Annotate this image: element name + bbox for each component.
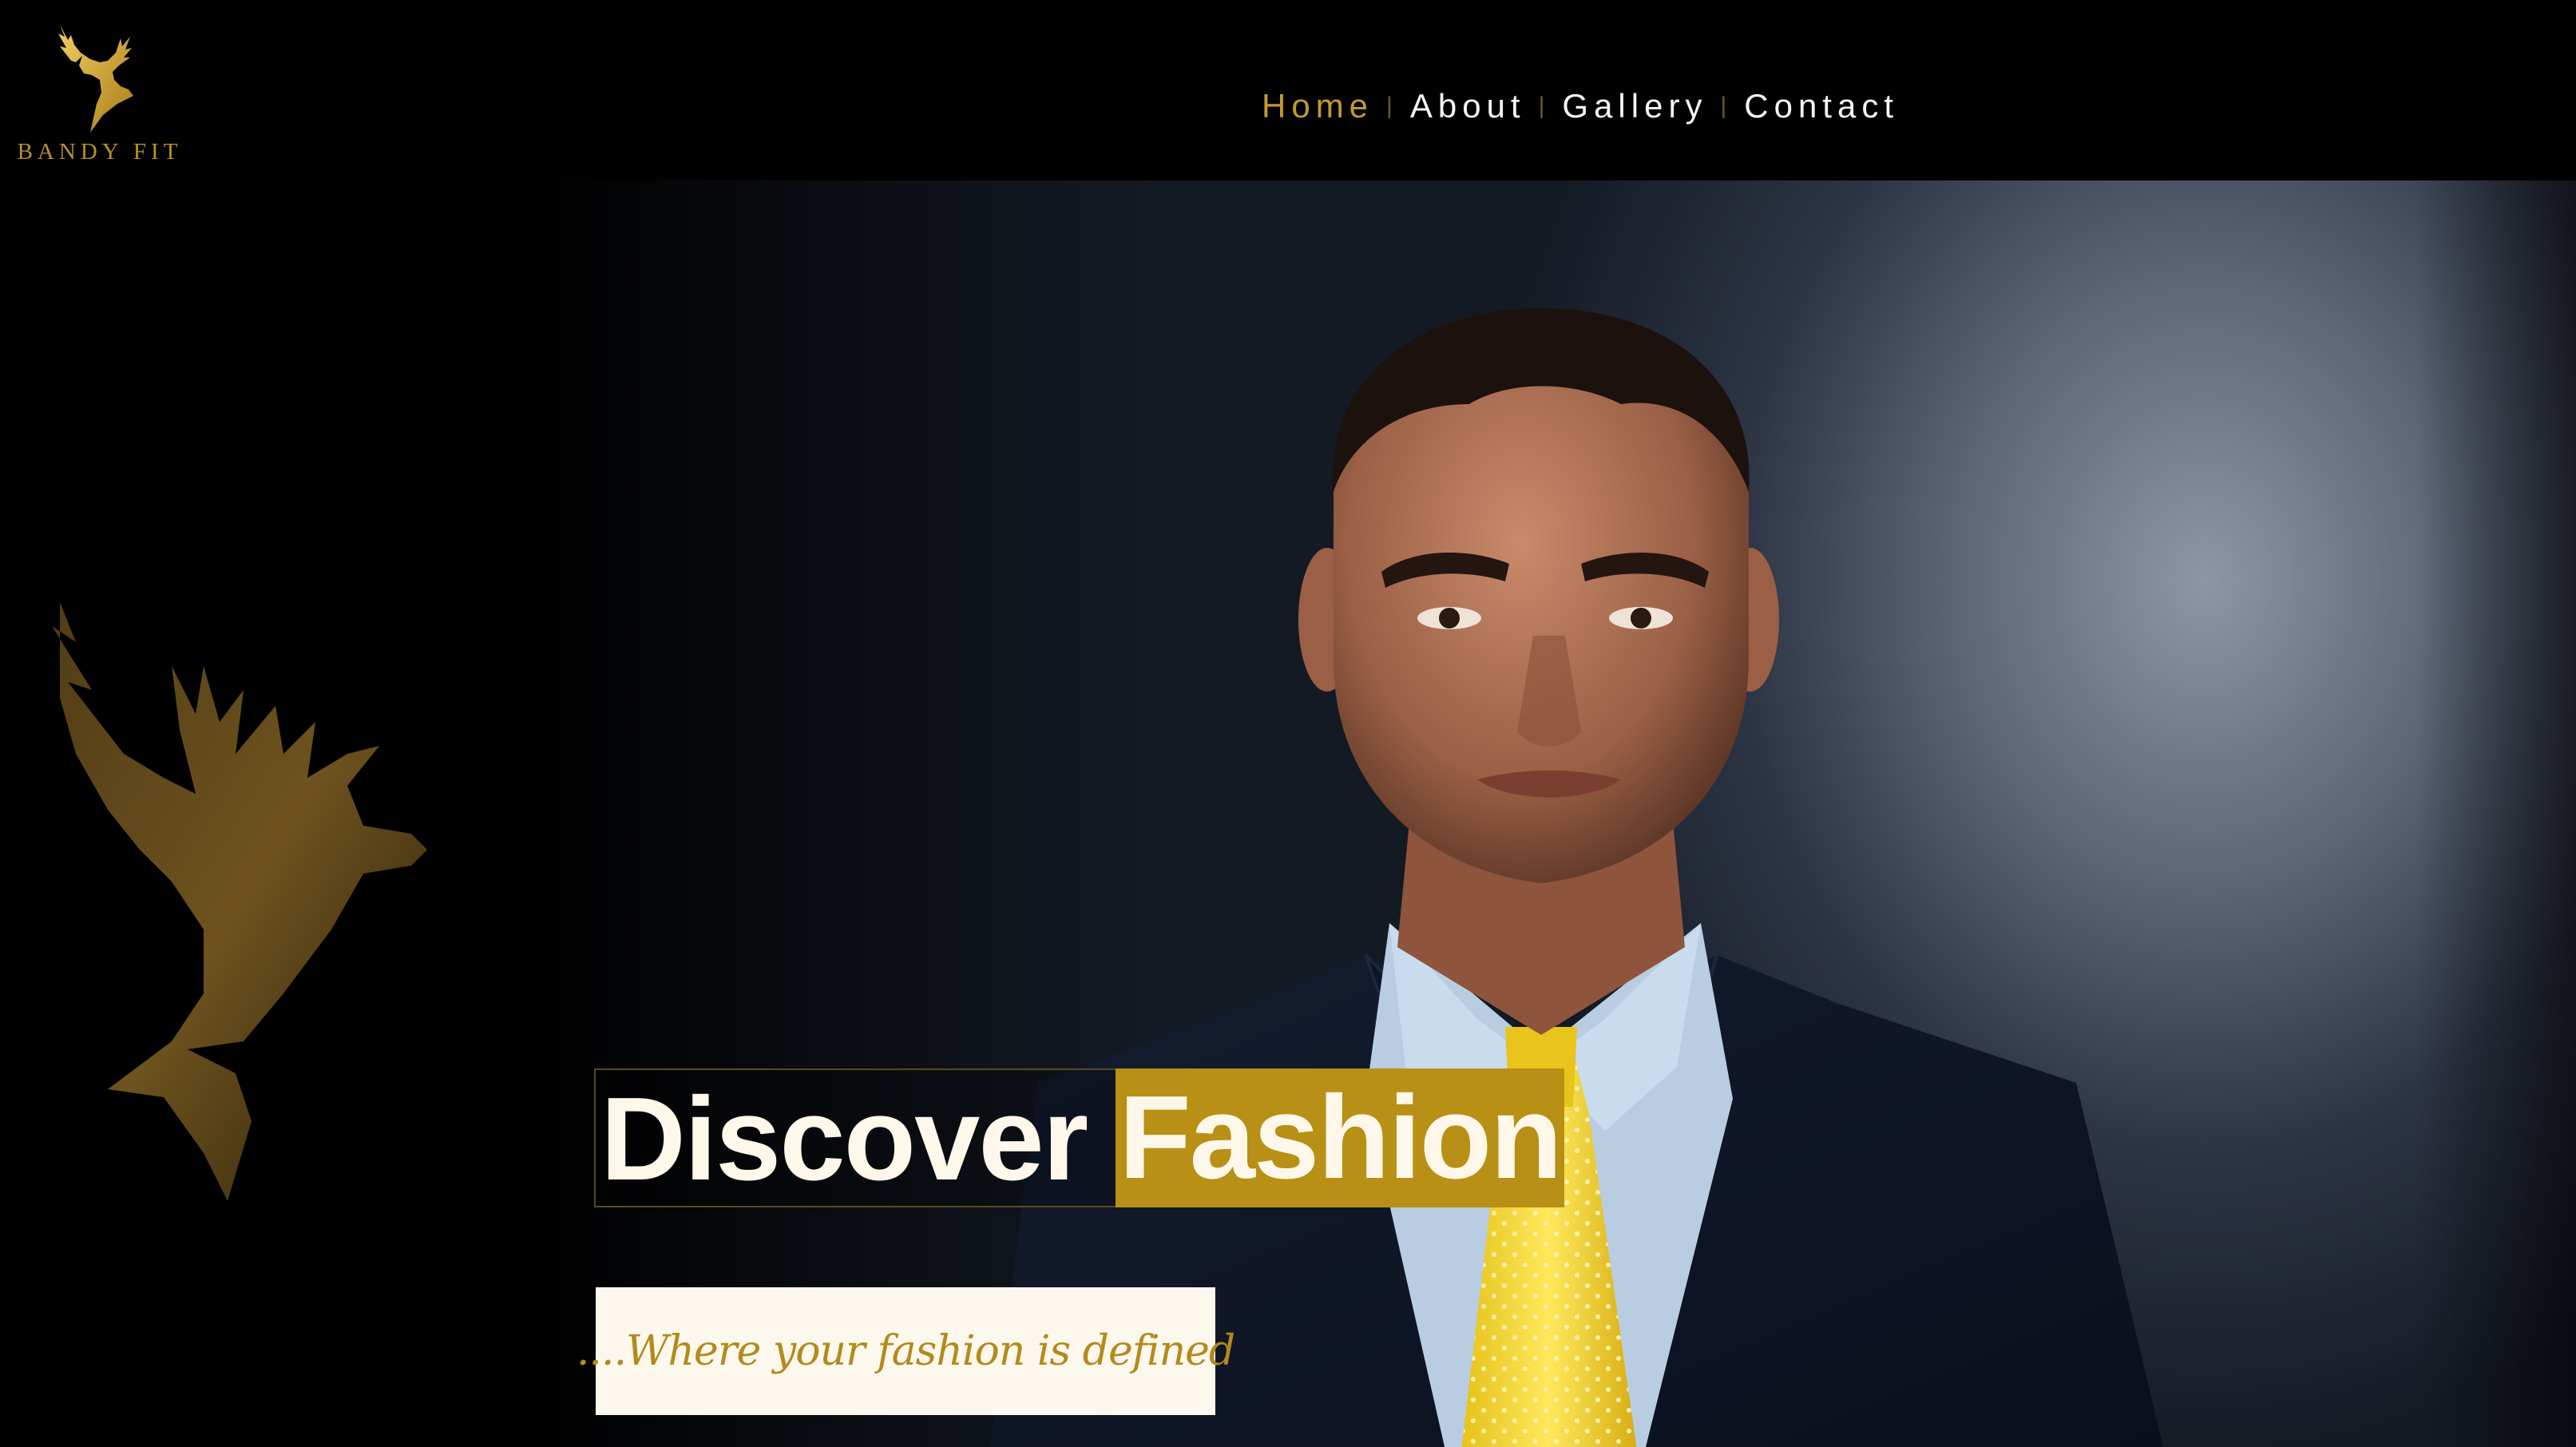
- brand-logo-link[interactable]: BANDY FIT: [8, 21, 184, 172]
- page: BANDY FIT Home | About | Gallery | Conta…: [0, 0, 2576, 1447]
- stag-decoration-icon: [52, 602, 427, 1201]
- hero-section: Discover Fashion ....Where your fashion …: [0, 180, 2576, 1447]
- hero-model-image: [990, 308, 2164, 1447]
- nav-item-contact[interactable]: Contact: [1744, 78, 1899, 134]
- nav-separator: |: [1720, 93, 1727, 119]
- site-header: BANDY FIT Home | About | Gallery | Conta…: [0, 0, 2576, 180]
- headline-word-fashion: Fashion: [1116, 1068, 1564, 1207]
- hero-tagline-box: ....Where your fashion is defined: [577, 1287, 1235, 1415]
- hero-headline: Discover Fashion: [594, 1068, 1564, 1207]
- brand-name: BANDY FIT: [17, 139, 183, 165]
- nav-item-home[interactable]: Home: [1262, 78, 1373, 134]
- nav-separator: |: [1386, 93, 1393, 119]
- hero-tagline: ....Where your fashion is defined: [576, 1327, 1235, 1375]
- stag-head-icon: [58, 25, 133, 133]
- main-nav: Home | About | Gallery | Contact: [1262, 78, 1899, 134]
- nav-item-gallery[interactable]: Gallery: [1562, 78, 1707, 134]
- headline-word-discover: Discover: [594, 1068, 1116, 1207]
- nav-separator: |: [1538, 93, 1545, 119]
- nav-item-about[interactable]: About: [1410, 78, 1526, 134]
